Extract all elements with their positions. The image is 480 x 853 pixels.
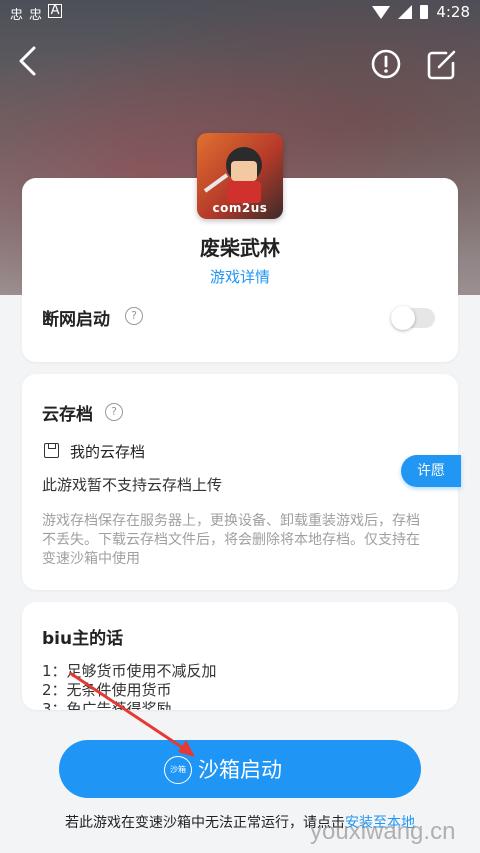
cloud-save-description: 游戏存档保存在服务器上，更换设备、卸载重装游戏后，存档不丢失。下载云存档文件后，… (42, 513, 420, 567)
wish-button[interactable]: 许愿 (401, 455, 461, 487)
sandbox-launch-label: 沙箱启动 (198, 758, 282, 782)
offline-launch-toggle[interactable] (391, 306, 435, 330)
back-icon[interactable] (12, 44, 46, 78)
notification-icon: 忠 (10, 8, 24, 23)
biu-notes-list: 1：足够货币使用不减反加 2：无条件使用货币 3：免广告获得奖励 (42, 662, 422, 710)
biu-notes-title: biu主的话 (42, 629, 124, 649)
app-icon: com2us (197, 133, 283, 219)
help-icon[interactable]: ? (125, 307, 143, 325)
clock: 4:28 (436, 3, 470, 21)
status-bar: 忠 忠 A 4:28 (0, 0, 480, 26)
wifi-icon (372, 5, 391, 19)
list-item: 3：免广告获得奖励 (42, 700, 172, 710)
toggle-knob (391, 306, 415, 330)
footer-text: 若此游戏在变速沙箱中无法正常运行，请点击 (65, 815, 345, 831)
app-icon-brand: com2us (212, 201, 268, 215)
list-item: 1：足够货币使用不减反加 (42, 662, 217, 680)
sandbox-icon: 沙箱 (164, 756, 192, 784)
my-cloud-save-label: 我的云存档 (70, 443, 146, 461)
offline-launch-label: 断网启动 (42, 310, 110, 330)
edit-icon[interactable] (424, 48, 458, 82)
save-icon (44, 443, 59, 458)
notification-icon: 忠 (29, 8, 43, 23)
app-title: 废柴武林 (200, 236, 280, 260)
watermark: youxiwang.cn (310, 818, 456, 845)
help-icon[interactable]: ? (105, 403, 123, 421)
cloud-save-title: 云存档 (42, 405, 93, 425)
report-icon[interactable] (370, 48, 402, 80)
signal-icon (398, 5, 413, 19)
sandbox-launch-button[interactable]: 沙箱 沙箱启动 (59, 740, 421, 798)
no-support-text: 此游戏暂不支持云存档上传 (42, 476, 223, 494)
a-icon: A (48, 4, 63, 18)
list-item: 2：无条件使用货币 (42, 681, 172, 699)
game-detail-link[interactable]: 游戏详情 (0, 266, 480, 287)
battery-icon (420, 5, 429, 19)
